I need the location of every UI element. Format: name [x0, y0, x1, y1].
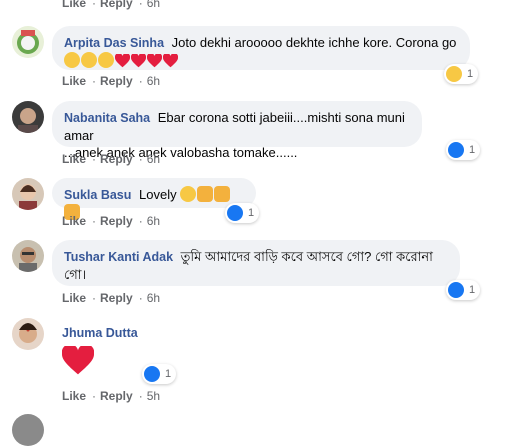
comment-bubble: Arpita Das Sinha Joto dekhi arooooo dekh…: [52, 26, 470, 70]
like-icon: [227, 205, 243, 221]
like-icon: [448, 282, 464, 298]
like-link[interactable]: Like: [62, 0, 86, 10]
grin-emoji-icon: [64, 52, 80, 68]
ok-hand-emoji-icon: [214, 186, 231, 202]
reaction-count-badge[interactable]: 1: [444, 64, 479, 84]
comment-actions: Like · Reply · 6h: [62, 0, 162, 10]
comment-time: 6h: [146, 0, 161, 10]
avatar[interactable]: [12, 414, 44, 446]
like-link[interactable]: Like: [62, 74, 86, 88]
comment-text: Lovely: [139, 187, 177, 202]
comment-time: 6h: [146, 291, 161, 305]
comment-time: 5h: [146, 389, 161, 403]
comment-time: 6h: [146, 214, 161, 228]
commenter-name[interactable]: Jhuma Dutta: [62, 326, 138, 340]
reply-link[interactable]: Reply: [100, 214, 133, 228]
heart-emoji-icon: [146, 53, 163, 72]
commenter-name[interactable]: Arpita Das Sinha: [64, 36, 164, 50]
comment-actions: Like · Reply · 6h: [62, 214, 161, 228]
avatar[interactable]: [12, 101, 44, 133]
reaction-count: 1: [467, 68, 474, 80]
reaction-count-badge[interactable]: 1: [446, 280, 481, 300]
reaction-count-badge[interactable]: 1: [225, 203, 260, 223]
grin-emoji-icon: [98, 52, 114, 68]
comment-actions: Like · Reply · 5h: [62, 389, 161, 403]
like-link[interactable]: Like: [62, 152, 86, 166]
comment-time: 6h: [146, 152, 161, 166]
smile-emoji-icon: [180, 186, 197, 202]
reaction-count: 1: [469, 144, 476, 156]
comment-bubble: Nabanita Saha Ebar corona sotti jabeiii.…: [52, 101, 422, 160]
comment-actions: Like · Reply · 6h: [62, 291, 161, 305]
reply-link[interactable]: Reply: [100, 0, 133, 10]
heart-emoji-icon: [61, 344, 95, 381]
reaction-count: 1: [248, 207, 255, 219]
avatar[interactable]: [12, 240, 44, 272]
avatar[interactable]: [12, 26, 44, 58]
comment-bubble: Tushar Kanti Adak তুমি আমাদের বাড়ি কবে …: [52, 240, 460, 286]
ok-hand-emoji-icon: [197, 186, 214, 202]
commenter-name[interactable]: Tushar Kanti Adak: [64, 250, 173, 264]
like-icon: [448, 142, 464, 158]
heart-emoji-icon: [162, 53, 179, 72]
avatar[interactable]: [12, 318, 44, 350]
reply-link[interactable]: Reply: [100, 389, 133, 403]
comment-bubble: Sukla Basu Lovely: [52, 178, 256, 220]
heart-emoji-icon: [130, 53, 147, 72]
reaction-count: 1: [165, 368, 172, 380]
comment-text-line2: গো।: [64, 267, 87, 282]
like-link[interactable]: Like: [62, 389, 86, 403]
comment-actions: Like · Reply · 6h: [62, 74, 161, 88]
reply-link[interactable]: Reply: [100, 152, 133, 166]
reaction-count-badge[interactable]: 1: [446, 140, 481, 160]
reaction-count-badge[interactable]: 1: [142, 364, 177, 384]
like-link[interactable]: Like: [62, 291, 86, 305]
comment-text-line1: তুমি আমাদের বাড়ি কবে আসবে গো? গো করোনা: [180, 249, 433, 264]
grin-emoji-icon: [81, 52, 97, 68]
like-link[interactable]: Like: [62, 214, 86, 228]
reply-link[interactable]: Reply: [100, 291, 133, 305]
like-icon: [144, 366, 160, 382]
reply-link[interactable]: Reply: [100, 74, 133, 88]
heart-emoji-icon: [114, 53, 131, 72]
comment-actions: Like · Reply · 6h: [62, 152, 161, 166]
comment-time: 6h: [146, 74, 161, 88]
commenter-name[interactable]: Nabanita Saha: [64, 111, 150, 125]
commenter-name[interactable]: Sukla Basu: [64, 188, 131, 202]
comment-text: Joto dekhi arooooo dekhte ichhe kore. Co…: [171, 35, 457, 50]
haha-icon: [446, 66, 462, 82]
reaction-count: 1: [469, 284, 476, 296]
avatar[interactable]: [12, 178, 44, 210]
